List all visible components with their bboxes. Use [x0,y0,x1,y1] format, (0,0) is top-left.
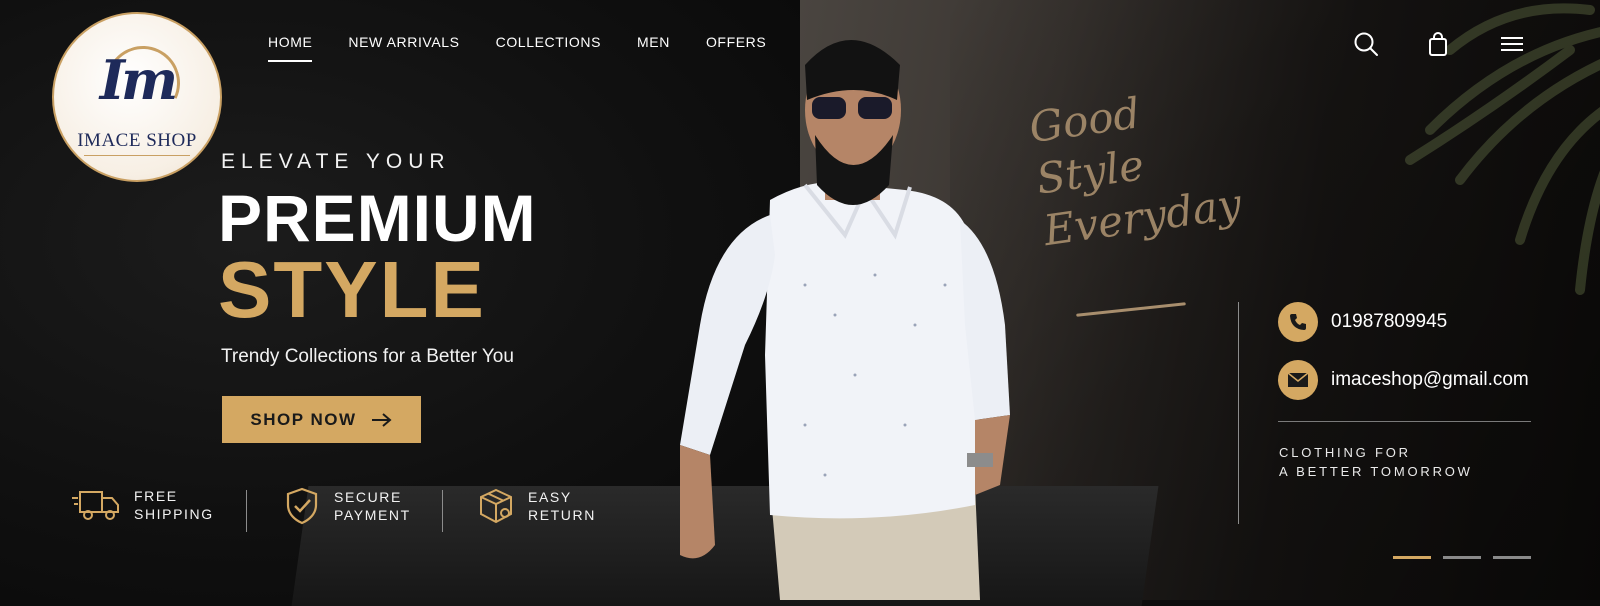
menu-icon[interactable] [1498,30,1526,58]
logo-divider [84,155,190,156]
brand-tagline: CLOTHING FOR A BETTER TOMORROW [1279,443,1473,481]
box-return-icon [480,488,512,524]
shopping-bag-icon[interactable] [1424,30,1452,58]
feature-text: EASY RETURN [528,488,596,524]
shop-now-label: SHOP NOW [250,409,357,429]
feature-divider [442,490,443,532]
phone-icon [1278,302,1318,342]
contact-divider [1238,302,1239,524]
slider-dot-2[interactable] [1443,556,1481,559]
hero-title-line2: STYLE [218,245,486,334]
nav-item-men[interactable]: MEN [637,34,670,50]
hero-eyebrow: ELEVATE YOUR [221,150,451,173]
email-address: imaceshop@gmail.com [1331,369,1529,390]
delivery-truck-icon [72,491,119,520]
tagline-line1: CLOTHING FOR [1279,445,1411,460]
feature-free-shipping: FREE SHIPPING [72,486,214,524]
feature-text: FREE SHIPPING [134,487,214,523]
feature-easy-return: EASY RETURN [476,486,596,526]
slider-dot-3[interactable] [1493,556,1531,559]
shield-check-icon [286,487,318,525]
feature-line1: EASY [528,489,572,505]
contact-phone[interactable]: 01987809945 [1278,302,1447,342]
feature-line2: RETURN [528,507,596,523]
nav-item-new-arrivals[interactable]: NEW ARRIVALS [348,34,459,50]
model-photo [680,40,1010,600]
feature-line2: PAYMENT [334,507,411,523]
arrow-right-icon [371,412,392,427]
shop-now-button[interactable]: SHOP NOW [222,396,421,443]
nav-item-collections[interactable]: COLLECTIONS [496,34,601,50]
phone-number: 01987809945 [1331,311,1448,332]
feature-secure-payment: SECURE PAYMENT [282,486,411,526]
envelope-icon [1278,360,1318,400]
tagline-line2: A BETTER TOMORROW [1279,464,1473,479]
hero-subtitle: Trendy Collections for a Better You [221,346,514,367]
contact-email[interactable]: imaceshop@gmail.com [1278,360,1529,400]
logo-brand-name: IMACE SHOP [77,130,197,151]
nav-item-home[interactable]: HOME [268,34,313,62]
feature-text: SECURE PAYMENT [334,488,411,524]
brand-logo[interactable]: Im IMACE SHOP [52,12,222,182]
contact-separator [1278,421,1531,422]
slider-indicators [1393,556,1531,559]
slider-dot-1[interactable] [1393,556,1431,559]
script-slogan: Good Style Everyday [1026,75,1246,257]
feature-line1: FREE [134,488,178,504]
feature-line2: SHIPPING [134,506,214,522]
search-icon[interactable] [1352,30,1380,58]
feature-line1: SECURE [334,489,402,505]
feature-divider [246,490,247,532]
logo-monogram: Im [99,48,178,112]
